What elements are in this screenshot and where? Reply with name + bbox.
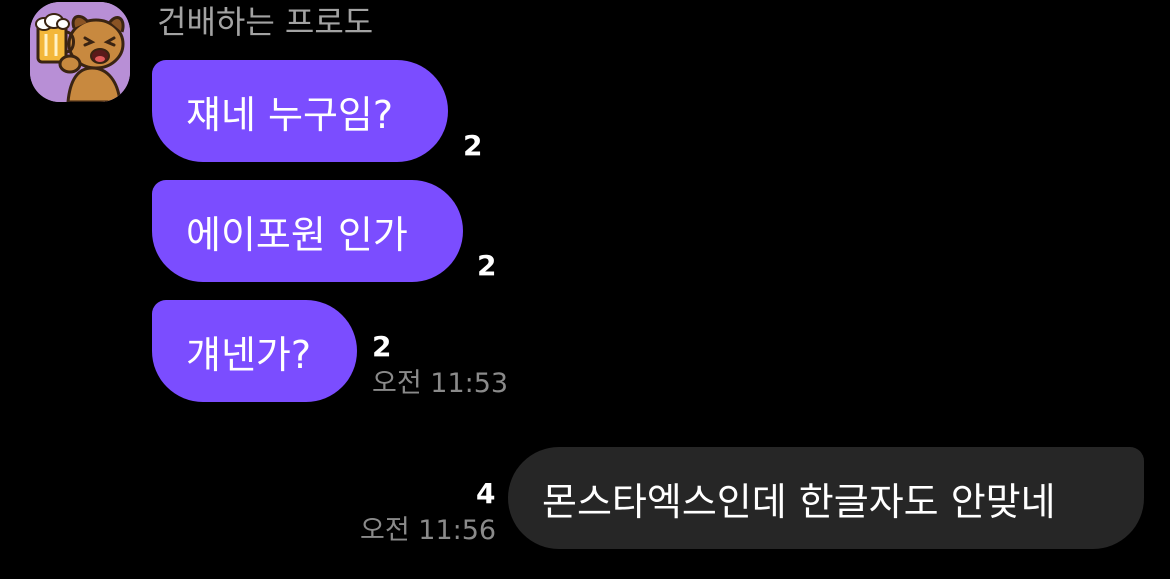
message-timestamp: 오전 11:56 xyxy=(360,515,497,546)
unread-count: 2 xyxy=(372,330,392,363)
message-text: 몬스타엑스인데 한글자도 안맞네 xyxy=(542,479,1056,524)
message-text: 걔넨가? xyxy=(186,332,312,377)
incoming-message-bubble[interactable]: 에이포원 인가 xyxy=(152,180,463,282)
unread-count: 2 xyxy=(463,129,483,162)
incoming-message-bubble[interactable]: 쟤네 누구임? xyxy=(152,60,448,162)
message-timestamp: 오전 11:53 xyxy=(372,368,509,399)
message-text: 에이포원 인가 xyxy=(186,212,408,257)
unread-count: 4 xyxy=(476,477,496,510)
sender-avatar[interactable] xyxy=(30,2,130,102)
outgoing-message-bubble[interactable]: 몬스타엑스인데 한글자도 안맞네 xyxy=(508,447,1144,549)
message-text: 쟤네 누구임? xyxy=(186,92,394,137)
sender-name: 건배하는 프로도 xyxy=(157,3,374,41)
unread-count: 2 xyxy=(477,249,497,282)
incoming-message-bubble[interactable]: 걔넨가? xyxy=(152,300,357,402)
beer-dog-avatar-icon xyxy=(30,2,130,102)
